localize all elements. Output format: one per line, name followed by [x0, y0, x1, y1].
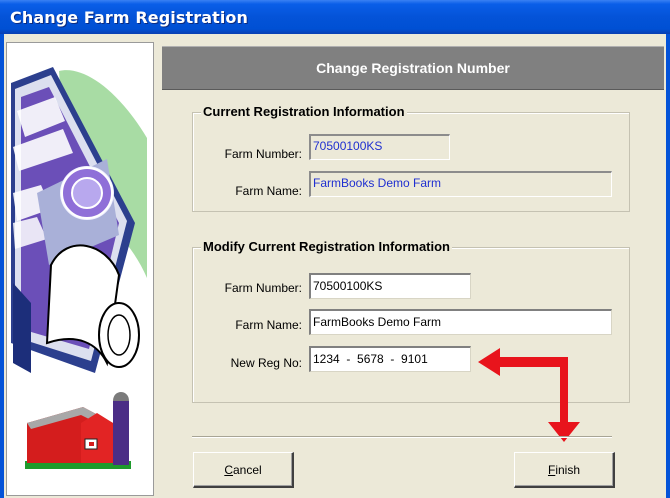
header-banner: Change Registration Number	[162, 46, 664, 90]
button-separator	[192, 436, 612, 438]
farm-name-label: Farm Name:	[235, 318, 302, 332]
current-farm-number-label: Farm Number:	[224, 147, 302, 161]
page-title: Change Registration Number	[316, 60, 510, 76]
cancel-button[interactable]: Cancel	[193, 452, 294, 488]
cancel-label: ancel	[232, 463, 262, 477]
farm-number-input[interactable]: 70500100KS	[309, 273, 471, 299]
modify-registration-legend: Modify Current Registration Information	[201, 239, 452, 254]
window-frame-right	[666, 34, 670, 498]
current-farm-number-field: 70500100KS	[309, 134, 450, 160]
current-farm-name-label: Farm Name:	[235, 184, 302, 198]
window-title: Change Farm Registration	[10, 8, 249, 27]
cancel-mnemonic: C	[224, 463, 233, 477]
finish-label: inish	[555, 463, 581, 477]
new-reg-no-label: New Reg No:	[230, 356, 302, 370]
barn-icon	[25, 392, 131, 469]
new-reg-no-input[interactable]: 1234 - 5678 - 9101	[309, 346, 471, 372]
current-registration-legend: Current Registration Information	[201, 104, 407, 119]
illustration-panel	[6, 42, 154, 496]
certificate-scroll-icon	[11, 67, 147, 373]
farm-name-input[interactable]: FarmBooks Demo Farm	[309, 309, 612, 335]
farm-number-label: Farm Number:	[224, 281, 302, 295]
red-arrow-annotation	[478, 348, 580, 442]
current-farm-name-field: FarmBooks Demo Farm	[309, 171, 612, 197]
title-bar[interactable]: Change Farm Registration	[0, 0, 670, 34]
finish-button[interactable]: Finish	[514, 452, 615, 488]
